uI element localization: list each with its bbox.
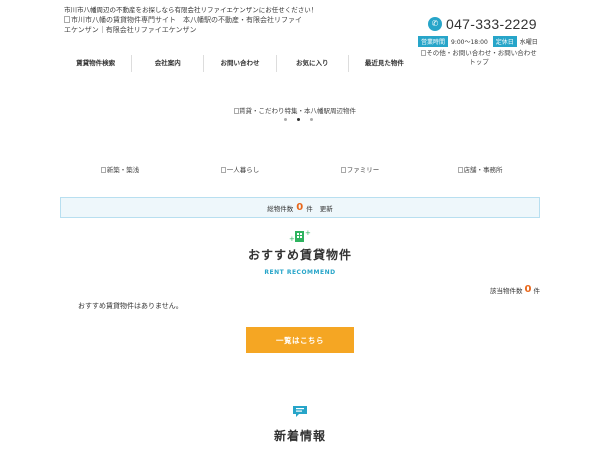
hit-count-value: 0 <box>524 284 532 295</box>
phone-icon: ✆ <box>428 17 442 31</box>
count-prefix: 総物件数 <box>267 204 294 213</box>
contact-alt-text: その他・お問い合わせ・お問い合わせトップ <box>426 49 537 66</box>
building-plus-icon: + + <box>289 229 311 243</box>
holiday-tag: 定休日 <box>492 36 517 47</box>
nav-item-recently-viewed[interactable]: 最近見た物件 <box>347 55 420 72</box>
contact-image-link[interactable]: その他・お問い合わせ・お問い合わせトップ <box>420 49 538 67</box>
category-single[interactable]: 一人暮らし <box>180 164 300 174</box>
hours-tag: 営業時間 <box>418 36 449 47</box>
holiday-value: 水曜日 <box>519 39 538 46</box>
nav-item-search[interactable]: 賃貸物件検索 <box>60 55 131 72</box>
hit-unit: 件 <box>533 286 541 295</box>
news-title: 新着情報 <box>273 429 326 443</box>
broken-image-icon <box>457 167 463 173</box>
global-nav: 賃貸物件検索 会社案内 お問い合わせ お気に入り 最近見た物件 <box>60 55 420 72</box>
phone-number: 047-333-2229 <box>446 16 537 32</box>
hit-label: 該当物件数 <box>490 286 523 295</box>
view-list-button[interactable]: 一覧はこちら <box>246 327 354 353</box>
slider-dots <box>284 118 313 121</box>
hours-value: 9:00～18:00 <box>451 39 488 46</box>
category-label: 店舗・事務所 <box>463 166 503 174</box>
site-tagline: 市川市八幡周辺の不動産をお探しなら有限会社リファイエケンザンにお任せください！ <box>64 6 318 14</box>
broken-image-icon <box>340 167 346 173</box>
nav-item-favorites[interactable]: お気に入り <box>275 55 348 72</box>
broken-image-icon <box>220 167 226 173</box>
count-unit: 件 <box>306 204 313 213</box>
banner-alt-text: 賃貸・こだわり特集・本八幡駅周辺物件 <box>239 107 356 115</box>
site-logo-link[interactable]: 市川市八幡の賃貸物件専門サイト 本八幡駅の不動産・有限会社リファイエケンザン｜有… <box>64 15 304 35</box>
category-label: 新築・築浅 <box>106 166 140 174</box>
logo-alt-text: 市川市八幡の賃貸物件専門サイト 本八幡駅の不動産・有限会社リファイエケンザン｜有… <box>64 16 302 34</box>
slider-dot[interactable] <box>284 118 287 121</box>
business-hours: 営業時間 9:00～18:00 定休日 水曜日 <box>418 36 540 47</box>
category-store-office[interactable]: 店舗・事務所 <box>420 164 540 174</box>
recommend-title: おすすめ賃貸物件 <box>247 248 352 262</box>
phone-block[interactable]: ✆ 047-333-2229 <box>428 16 537 32</box>
nav-item-company[interactable]: 会社案内 <box>131 55 203 72</box>
empty-message: おすすめ賃貸物件はありません。 <box>78 302 183 310</box>
broken-image-icon <box>100 167 106 173</box>
chat-bubble-icon <box>293 406 307 417</box>
count-suffix: 更新 <box>319 204 333 213</box>
hit-count: 該当物件数 0 件 <box>490 284 540 295</box>
category-label: ファミリー <box>346 166 380 174</box>
slider-dot[interactable] <box>310 118 313 121</box>
category-family[interactable]: ファミリー <box>300 164 420 174</box>
nav-item-contact[interactable]: お問い合わせ <box>203 55 275 72</box>
total-count: 0 <box>296 202 304 213</box>
slider-dot-active[interactable] <box>297 118 300 121</box>
category-label: 一人暮らし <box>226 166 260 174</box>
category-new-build[interactable]: 新築・築浅 <box>60 164 180 174</box>
svg-text:+: + <box>305 229 311 237</box>
broken-image-icon <box>64 16 70 23</box>
svg-text:+: + <box>289 235 295 243</box>
recommend-subtitle: RENT RECOMMEND <box>264 269 336 276</box>
category-links: 新築・築浅 一人暮らし ファミリー 店舗・事務所 <box>60 164 540 174</box>
total-count-bar: 総物件数 0 件 更新 <box>60 197 540 218</box>
main-banner[interactable]: 賃貸・こだわり特集・本八幡駅周辺物件 <box>234 105 356 115</box>
